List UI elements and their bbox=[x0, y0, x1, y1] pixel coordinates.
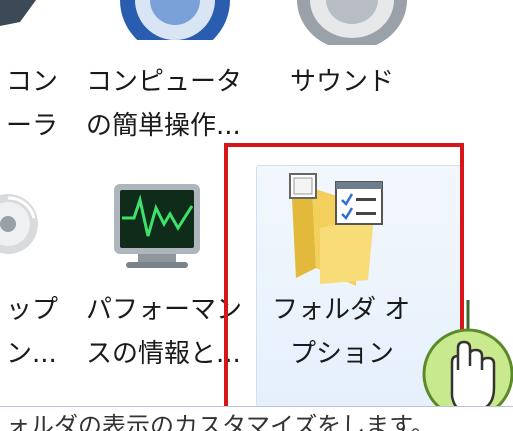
performance-label-1[interactable]: パフォーマン bbox=[86, 290, 242, 330]
ease-of-access-icon[interactable] bbox=[115, 0, 235, 40]
performance-monitor-icon[interactable] bbox=[108, 178, 212, 278]
status-text: ォルダの表示のカスタマイズをします。 bbox=[6, 412, 435, 431]
backup-label-1[interactable]: ップ bbox=[6, 290, 58, 330]
sound-icon[interactable] bbox=[292, 0, 412, 45]
performance-label-2[interactable]: スの情報と... bbox=[86, 334, 241, 374]
sound-label[interactable]: サウンド bbox=[290, 62, 394, 102]
ease-of-access-label-2[interactable]: の簡単操作... bbox=[86, 106, 241, 146]
ease-of-access-label-1[interactable]: コンピュータ bbox=[86, 62, 242, 102]
mouse-click-cursor-icon bbox=[422, 300, 513, 420]
left-top-label-1: コン bbox=[6, 67, 59, 97]
status-bar: ォルダの表示のカスタマイズをします。 bbox=[0, 406, 513, 431]
left-top-icon[interactable] bbox=[0, 0, 40, 30]
left-top-label-2: ーラ bbox=[6, 111, 59, 141]
backup-disc-icon[interactable] bbox=[0, 188, 40, 258]
backup-label-2[interactable]: ン... bbox=[6, 334, 57, 374]
